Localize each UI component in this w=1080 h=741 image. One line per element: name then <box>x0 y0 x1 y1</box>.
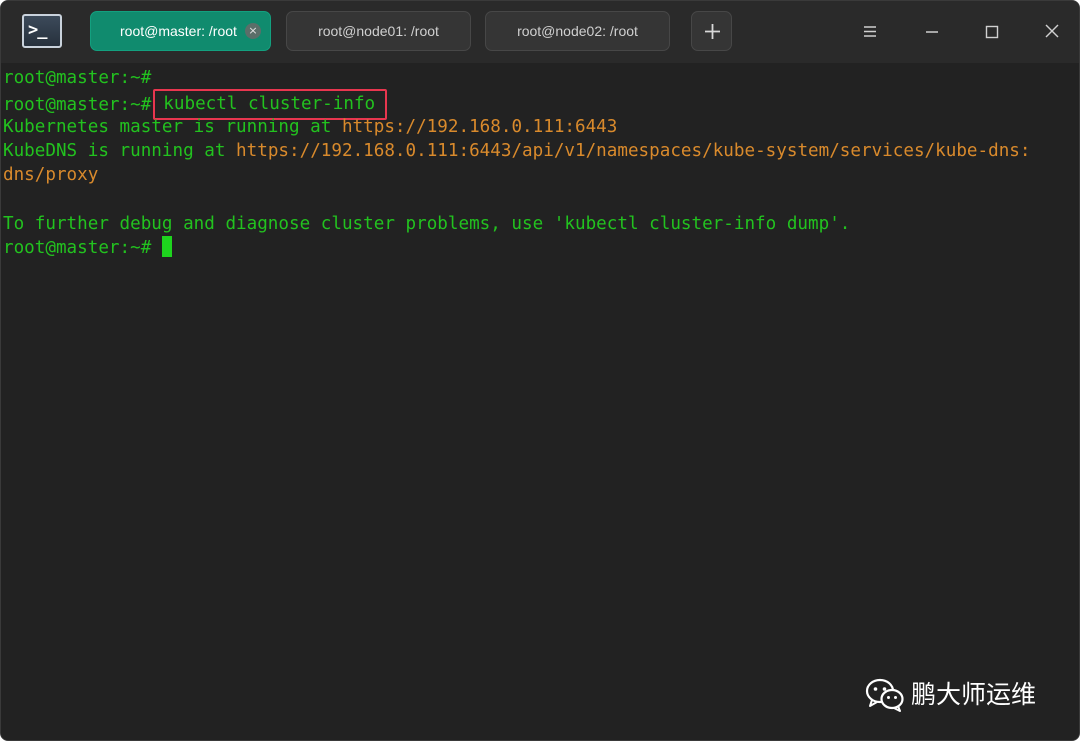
terminal-line: To further debug and diagnose cluster pr… <box>3 212 850 236</box>
add-tab-button[interactable] <box>691 11 732 51</box>
title-bar: >_ root@master: /root × root@node01: /ro… <box>1 1 1079 63</box>
terminal-output[interactable]: root@master:~# root@master:~# kubectl clu… <box>1 63 1079 740</box>
plus-icon <box>705 24 720 39</box>
hint-text: To further debug and diagnose cluster pr… <box>3 214 851 234</box>
url-text: https://192.168.0.111:6443/api/v1/namesp… <box>236 141 1031 161</box>
tab-root-node02[interactable]: root@node02: /root <box>485 11 670 51</box>
prompt: root@master:~# <box>3 68 152 88</box>
terminal-line: KubeDNS is running at https://192.168.0.… <box>3 139 1030 163</box>
command-text: kubectl cluster-info <box>163 94 376 114</box>
tab-root-master[interactable]: root@master: /root × <box>90 11 271 51</box>
minimize-button[interactable] <box>919 18 945 44</box>
close-button[interactable] <box>1039 18 1065 44</box>
url-text: dns/proxy <box>3 165 99 185</box>
url-text: https://192.168.0.111:6443 <box>341 117 618 137</box>
minimize-icon <box>926 31 938 33</box>
terminal-line: root@master:~# kubectl cluster-info <box>3 89 388 120</box>
terminal-line: root@master:~# <box>3 66 151 90</box>
menu-button[interactable] <box>857 18 883 44</box>
watermark-text: 鹏大师运维 <box>911 680 1037 709</box>
wechat-icon <box>865 678 904 712</box>
maximize-button[interactable] <box>979 18 1005 44</box>
terminal-line: root@master:~# <box>3 236 173 260</box>
text-cursor <box>162 236 173 257</box>
output-text: KubeDNS is running at <box>3 141 237 161</box>
menu-icon <box>864 26 876 37</box>
terminal-window: >_ root@master: /root × root@node01: /ro… <box>0 0 1080 741</box>
tab-root-node01[interactable]: root@node01: /root <box>286 11 471 51</box>
terminal-line: dns/proxy <box>3 163 98 187</box>
terminal-icon[interactable]: >_ <box>22 14 62 48</box>
maximize-icon <box>985 25 999 39</box>
tab-close-icon[interactable]: × <box>245 23 261 39</box>
tab-label: root@node02: /root <box>517 23 638 39</box>
output-text: Kubernetes master is running at <box>3 117 342 137</box>
tab-label: root@node01: /root <box>318 23 439 39</box>
tab-label: root@master: /root <box>120 23 237 39</box>
prompt: root@master:~# <box>3 238 152 258</box>
prompt: root@master:~# <box>3 95 152 115</box>
close-icon <box>1045 24 1059 38</box>
terminal-line: Kubernetes master is running at https://… <box>3 115 617 139</box>
